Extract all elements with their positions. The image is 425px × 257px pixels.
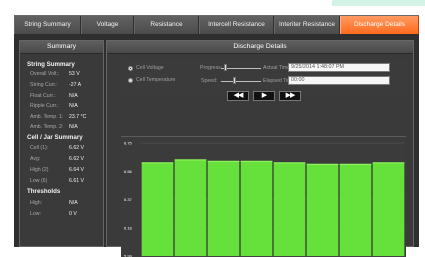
speed-label: Speed: (201, 78, 217, 84)
summary-label-avg: Avg: (30, 156, 40, 162)
play-button[interactable]: ▶ (253, 91, 275, 101)
summary-value-high: 6.64 V (69, 167, 84, 173)
y-axis-tick-label: 6.56 (124, 169, 133, 174)
y-axis-tick-label: 5.99 (124, 254, 133, 257)
summary-value-low: 6.61 V (69, 178, 84, 184)
summary-label-cell-1: Cell (1): (30, 145, 48, 151)
tab-bar: String Summary Voltage Resistance Interc… (14, 15, 419, 34)
chart-bar (307, 164, 339, 256)
tab-voltage[interactable]: Voltage (81, 16, 134, 34)
summary-value-amb-temp-1: 23.7 °C (69, 114, 86, 120)
progress-label: Progress: (200, 65, 222, 71)
chart-bar (175, 159, 207, 256)
chart-bar (340, 164, 372, 256)
summary-label-string-curr: String Curr.: (30, 82, 58, 88)
cell-temperature-label: Cell Temperature (136, 77, 175, 83)
progress-slider-thumb[interactable] (224, 64, 227, 71)
summary-label-ripple-curr: Ripple Curr.: (30, 103, 59, 109)
y-axis-tick-label: 6.37 (124, 197, 133, 202)
chart-bar-top (208, 161, 240, 162)
cell-jar-summary-heading: Cell / Jar Summary (27, 134, 83, 141)
summary-label-low: Low (6) (30, 178, 47, 184)
summary-value-threshold-high: N/A (69, 200, 78, 206)
summary-panel: Summary String Summary Overall Volt.: 53… (19, 40, 104, 247)
y-axis-tick-label: 6.75 (124, 141, 133, 146)
top-accent-strip (332, 0, 425, 6)
summary-value-avg: 6.62 V (69, 156, 84, 162)
progress-slider-track[interactable] (221, 68, 261, 69)
speed-slider-thumb[interactable] (233, 77, 236, 84)
app-window: String Summary Voltage Resistance Interc… (0, 0, 425, 247)
chart-bar-top (241, 161, 273, 162)
tab-interiter-resistance[interactable]: Interiter Resistance (274, 16, 340, 34)
speed-slider-track[interactable] (221, 81, 261, 82)
summary-value-cell-1: 6.62 V (69, 145, 84, 151)
discharge-controls: Cell Voltage Cell Temperature Progress: … (121, 59, 408, 96)
discharge-bar-chart: 6.75 6.56 6.37 6.18 5.99 (121, 137, 406, 257)
summary-value-string-curr: -27 A (69, 82, 81, 88)
cell-voltage-label: Cell Voltage (136, 65, 164, 71)
summary-label-threshold-low: Low: (30, 211, 41, 217)
actual-time-field[interactable]: 9/25/2014 1:48:07 PM (288, 63, 390, 72)
chart-bar-top (373, 162, 405, 163)
chart-bar-top (274, 162, 306, 163)
summary-label-amb-temp-2: Amb. Temp. 2: (30, 124, 63, 130)
chart-bar (142, 162, 174, 256)
chart-bar-top (175, 159, 207, 160)
chart-bar-top (142, 162, 174, 163)
tab-discharge-details[interactable]: Discharge Details (340, 16, 419, 34)
tab-string-summary[interactable]: String Summary (14, 16, 81, 34)
chart-bar-top (340, 164, 372, 165)
summary-label-amb-temp-1: Amb. Temp. 1: (30, 114, 63, 120)
string-summary-heading: String Summary (27, 61, 75, 68)
summary-value-overall-volt: 53 V (69, 71, 80, 77)
rewind-button[interactable]: ◀◀ (227, 91, 249, 101)
thresholds-heading: Thresholds (27, 188, 60, 195)
summary-value-amb-temp-2: N/A (69, 124, 78, 130)
y-axis-tick-label: 6.18 (124, 225, 133, 230)
chart-bar (208, 161, 240, 256)
discharge-details-panel: Discharge Details Cell Voltage Cell Temp… (106, 40, 414, 247)
summary-panel-title: Summary (20, 41, 103, 54)
summary-value-float-curr: N/A (69, 93, 78, 99)
chart-bar (373, 162, 405, 256)
discharge-details-title: Discharge Details (107, 41, 413, 54)
tab-resistance[interactable]: Resistance (134, 16, 199, 34)
elapsed-time-field[interactable]: 00:00 (288, 76, 390, 85)
chart-bar (274, 162, 306, 256)
summary-label-threshold-high: High: (30, 200, 42, 206)
discharge-chart: 6.75 6.56 6.37 6.18 5.99 (121, 136, 406, 257)
cell-temperature-radio[interactable] (128, 78, 133, 83)
fast-forward-button[interactable]: ▶▶ (279, 91, 301, 101)
summary-label-float-curr: Float Curr.: (30, 93, 56, 99)
cell-voltage-radio[interactable] (128, 66, 133, 71)
summary-label-high: High (2) (30, 167, 48, 173)
chart-bar (241, 161, 273, 256)
summary-value-ripple-curr: N/A (69, 103, 78, 109)
chart-bar-top (307, 164, 339, 165)
content-background: Summary String Summary Overall Volt.: 53… (14, 34, 419, 247)
tab-intercell-resistance[interactable]: Intercell Resistance (199, 16, 274, 34)
summary-value-threshold-low: 0 V (69, 211, 77, 217)
summary-label-overall-volt: Overall Volt.: (30, 71, 59, 77)
